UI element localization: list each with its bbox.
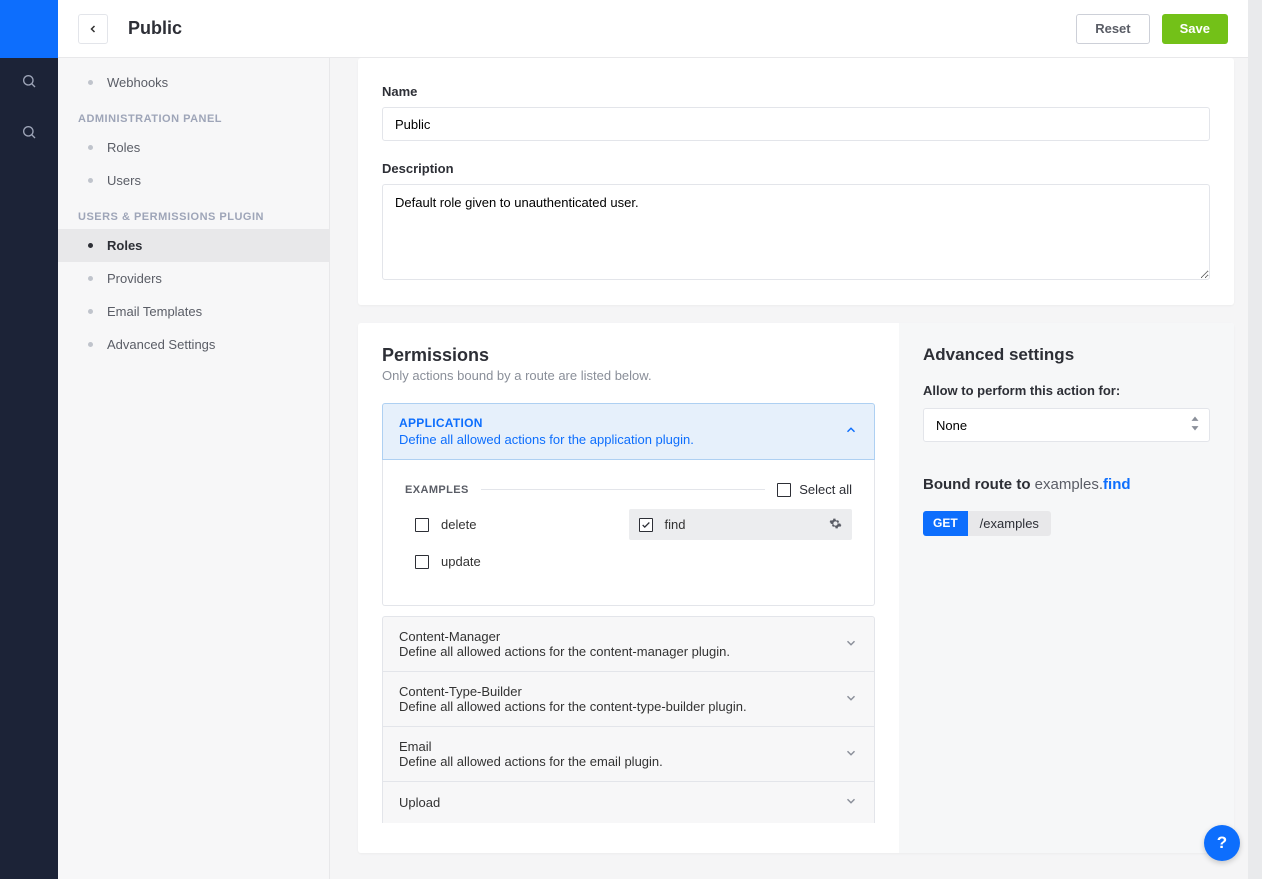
topbar: Public Reset Save — [58, 0, 1248, 58]
plugin-header-content-manager[interactable]: Content-ManagerDefine all allowed action… — [382, 616, 875, 671]
action-label: update — [441, 554, 481, 569]
name-input[interactable] — [382, 107, 1210, 141]
description-label: Description — [382, 161, 1210, 176]
sidebar-item-label: Roles — [107, 140, 140, 155]
sidebar-item[interactable]: Advanced Settings — [58, 328, 329, 361]
gear-icon[interactable] — [829, 517, 842, 533]
description-textarea[interactable] — [382, 184, 1210, 280]
select-all-checkbox[interactable] — [777, 483, 791, 497]
name-label: Name — [382, 84, 1210, 99]
page-title: Public — [128, 18, 1076, 39]
advanced-title: Advanced settings — [923, 345, 1210, 365]
sidebar-item-label: Providers — [107, 271, 162, 286]
sidebar-item-label: Webhooks — [107, 75, 168, 90]
plugin-name: Upload — [399, 795, 440, 810]
sidebar-item[interactable]: Roles — [58, 131, 329, 164]
reset-button[interactable]: Reset — [1076, 14, 1149, 44]
route-badge: GET /examples — [923, 511, 1051, 536]
settings-sidebar: Webhooks Administration Panel Roles Users Us… — [58, 0, 330, 879]
plugin-name: Content-Type-Builder — [399, 684, 747, 699]
back-button[interactable] — [78, 14, 108, 44]
checkbox-checked-icon[interactable] — [639, 518, 653, 532]
plugin-description: Define all allowed actions for the conte… — [399, 644, 730, 659]
collection-name: Examples — [405, 484, 469, 496]
action-label: delete — [441, 517, 476, 532]
plugin-header-upload[interactable]: Upload — [382, 781, 875, 823]
chevron-down-icon — [844, 746, 858, 763]
route-method: GET — [923, 511, 968, 536]
sidebar-item-label: Roles — [107, 238, 142, 253]
chevron-down-icon — [844, 691, 858, 708]
sidebar-section-header: Administration Panel — [58, 99, 329, 131]
chevron-down-icon — [844, 794, 858, 811]
plugin-header-application[interactable]: Application Define all allowed actions f… — [382, 403, 875, 460]
sidebar-section-header: Users & Permissions Plugin — [58, 197, 329, 229]
bound-route-title: Bound route to examples.find — [923, 476, 1210, 493]
sidebar-item[interactable]: Email Templates — [58, 295, 329, 328]
search-icon[interactable] — [0, 109, 58, 154]
plugin-header-email[interactable]: EmailDefine all allowed actions for the … — [382, 726, 875, 781]
plugin-body-application: Examples Select all delete find update — [382, 460, 875, 606]
chevron-down-icon — [844, 636, 858, 653]
sidebar-item[interactable]: Webhooks — [58, 66, 329, 99]
plugin-name: Application — [399, 416, 694, 430]
permissions-subtitle: Only actions bound by a route are listed… — [382, 368, 875, 383]
plugin-name: Email — [399, 739, 663, 754]
route-path: /examples — [968, 511, 1051, 536]
allow-label: Allow to perform this action for: — [923, 383, 1210, 398]
sidebar-item-label: Advanced Settings — [107, 337, 215, 352]
sidebar-item-label: Users — [107, 173, 141, 188]
action-label: find — [665, 517, 686, 532]
sidebar-item[interactable]: Providers — [58, 262, 329, 295]
permissions-card: Permissions Only actions bound by a rout… — [358, 323, 1234, 853]
nav-rail — [0, 0, 58, 879]
checkbox-icon[interactable] — [415, 518, 429, 532]
action-find[interactable]: find — [629, 509, 853, 540]
plugin-description: Define all allowed actions for the email… — [399, 754, 663, 769]
permissions-title: Permissions — [382, 345, 875, 366]
help-button[interactable]: ? — [1204, 825, 1240, 861]
action-update[interactable]: update — [405, 546, 629, 577]
plugin-description: Define all allowed actions for the conte… — [399, 699, 747, 714]
scrollbar[interactable] — [1248, 0, 1262, 879]
sidebar-item[interactable]: Users — [58, 164, 329, 197]
chevron-up-icon — [844, 423, 858, 440]
checkbox-icon[interactable] — [415, 555, 429, 569]
sidebar-item-label: Email Templates — [107, 304, 202, 319]
select-all[interactable]: Select all — [777, 482, 852, 497]
action-delete[interactable]: delete — [405, 509, 629, 540]
plugin-name: Content-Manager — [399, 629, 730, 644]
app-logo[interactable] — [0, 0, 58, 58]
search-icon[interactable] — [0, 58, 58, 103]
main-panel: Name Description Permissions Only action… — [330, 0, 1262, 879]
advanced-settings-panel: Advanced settings Allow to perform this … — [899, 323, 1234, 853]
save-button[interactable]: Save — [1162, 14, 1228, 44]
plugin-description: Define all allowed actions for the appli… — [399, 432, 694, 447]
sidebar-item[interactable]: Roles — [58, 229, 329, 262]
allow-select[interactable]: None — [923, 408, 1210, 442]
plugin-header-content-type-builder[interactable]: Content-Type-BuilderDefine all allowed a… — [382, 671, 875, 726]
role-details-card: Name Description — [358, 58, 1234, 305]
